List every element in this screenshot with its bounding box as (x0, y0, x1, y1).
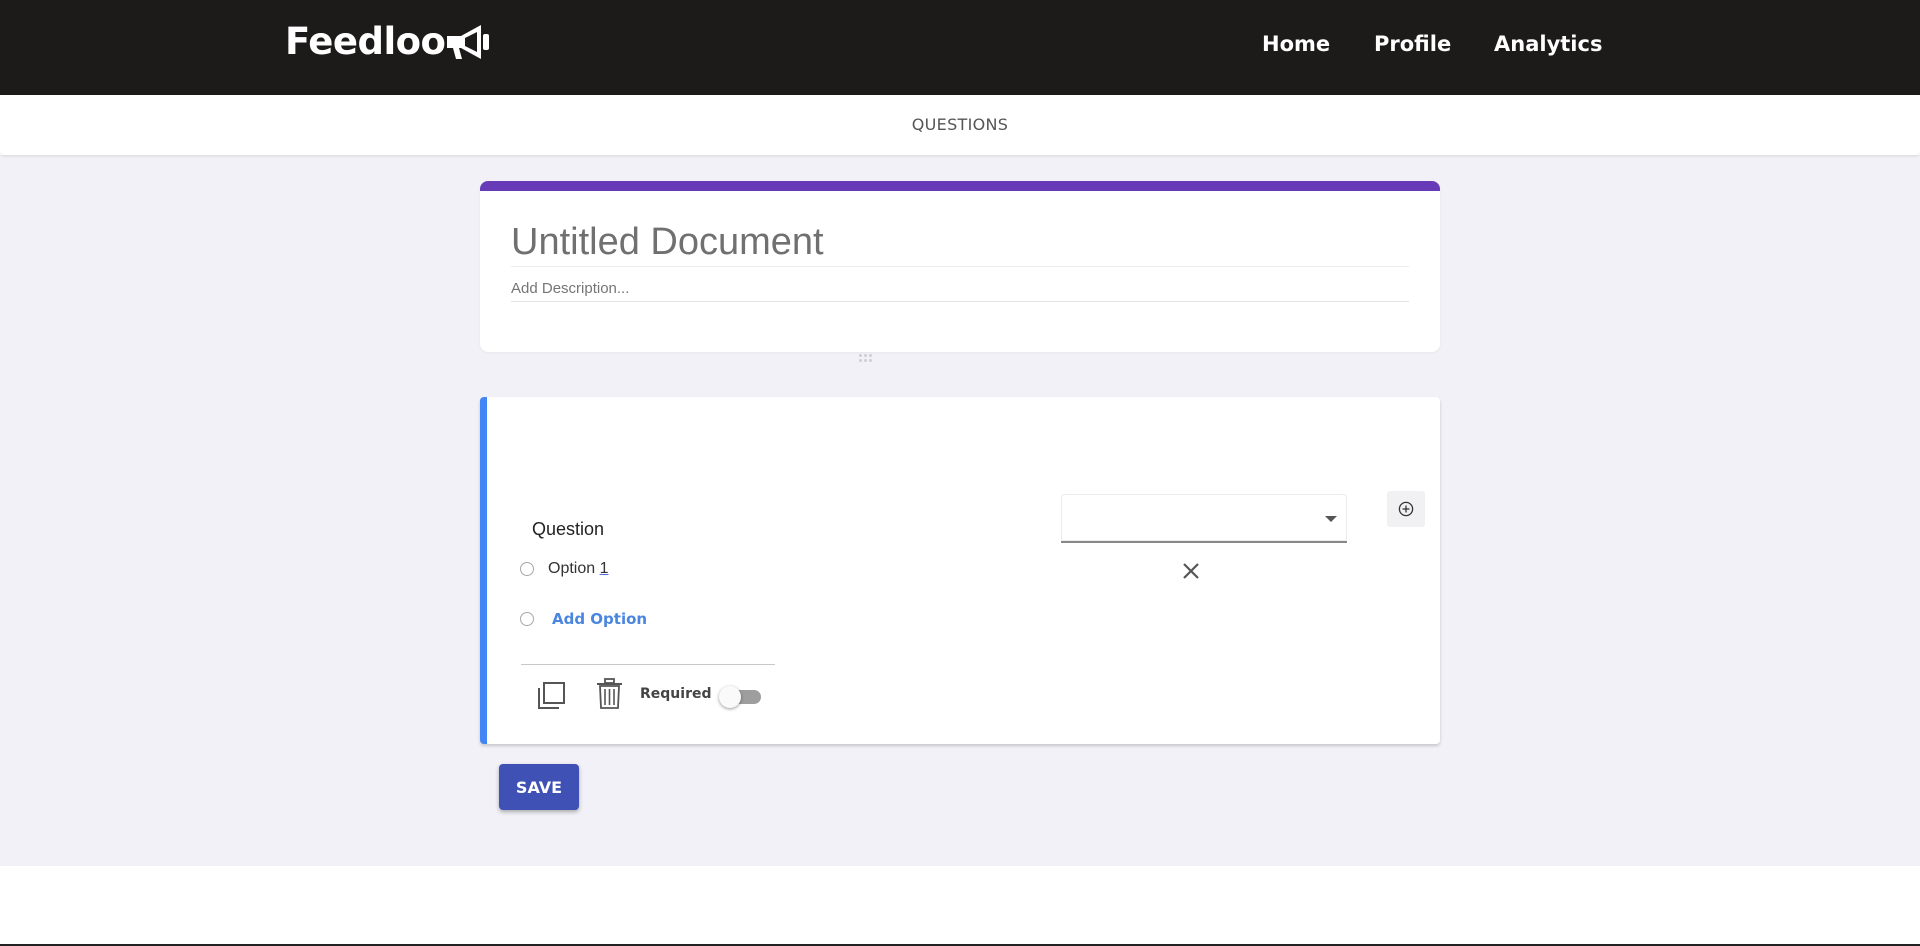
add-circle-icon (1398, 501, 1414, 517)
nav-profile-link[interactable]: Profile (1374, 32, 1451, 56)
chevron-down-icon (1325, 516, 1337, 522)
option-row: Option 1 (520, 557, 748, 581)
top-navbar: Feedloo Home Profile Analytics (0, 0, 1920, 95)
copy-icon[interactable] (536, 680, 567, 711)
divider (521, 664, 775, 665)
option-text: Option (548, 560, 600, 577)
question-card: Option 1 Add Option Required (480, 397, 1440, 744)
tab-bar: QUESTIONS (0, 95, 1920, 155)
close-icon[interactable] (1180, 560, 1202, 582)
form-editor: Option 1 Add Option Required (0, 155, 1920, 866)
form-title-input[interactable] (511, 219, 1409, 267)
nav-home-link[interactable]: Home (1262, 32, 1330, 56)
required-toggle[interactable] (719, 686, 763, 708)
option-radio[interactable] (520, 562, 534, 576)
add-option-button[interactable]: Add Option (552, 610, 647, 628)
form-description-input[interactable] (511, 276, 1409, 302)
option-input[interactable]: Option 1 (548, 560, 748, 578)
save-button[interactable]: SAVE (499, 764, 579, 810)
option-radio-placeholder (520, 612, 534, 626)
form-title-card (480, 181, 1440, 352)
question-type-select[interactable] (1061, 494, 1347, 543)
toggle-knob (719, 686, 741, 708)
question-input[interactable] (532, 515, 832, 543)
add-option-row: Add Option (520, 607, 647, 631)
nav-analytics-link[interactable]: Analytics (1494, 32, 1602, 56)
add-question-button[interactable] (1387, 491, 1425, 527)
main-nav: Home Profile Analytics (0, 32, 1920, 62)
required-label: Required (640, 686, 712, 702)
option-number: 1 (599, 560, 609, 577)
trash-icon[interactable] (596, 678, 623, 710)
drag-handle-icon[interactable] (859, 354, 875, 366)
tab-questions[interactable]: QUESTIONS (0, 115, 1920, 134)
